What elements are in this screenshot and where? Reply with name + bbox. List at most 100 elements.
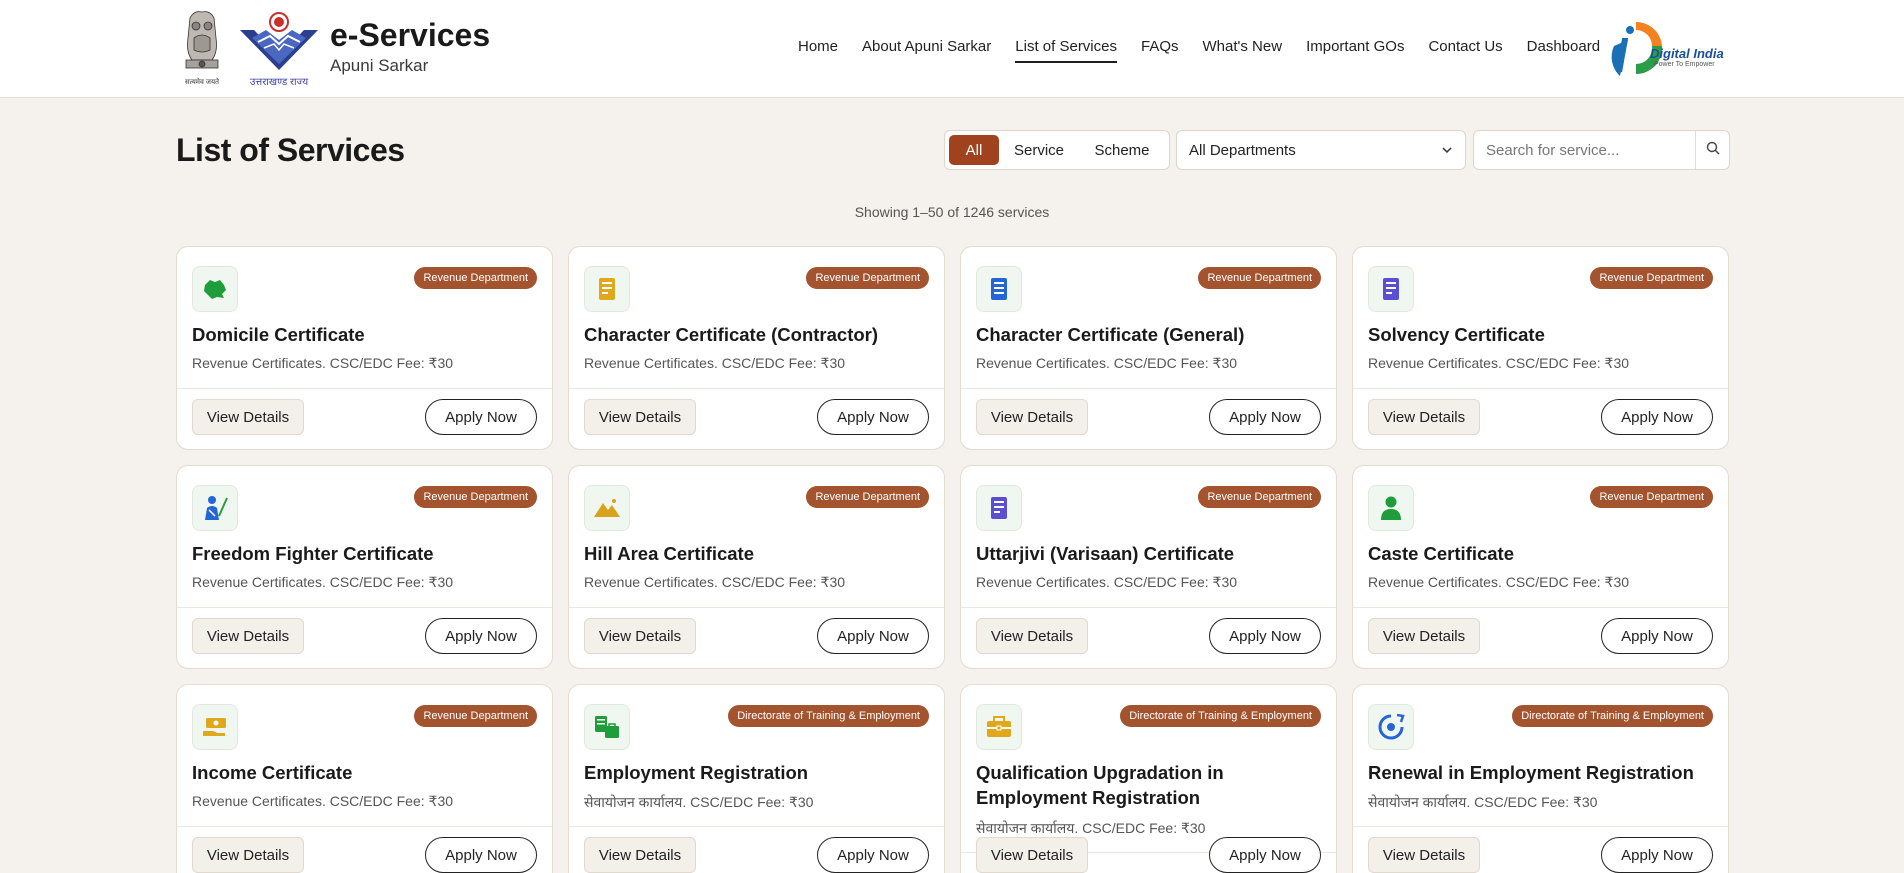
apply-now-button[interactable]: Apply Now xyxy=(817,618,929,654)
department-badge: Revenue Department xyxy=(414,705,537,727)
service-title[interactable]: Uttarjivi (Varisaan) Certificate xyxy=(976,541,1321,566)
search-icon xyxy=(1706,141,1720,160)
nav-list-of-services[interactable]: List of Services xyxy=(1015,38,1117,63)
service-title[interactable]: Freedom Fighter Certificate xyxy=(192,541,537,566)
filter-scheme-button[interactable]: Scheme xyxy=(1079,135,1165,165)
main-nav: Home About Apuni Sarkar List of Services… xyxy=(798,38,1624,63)
service-title[interactable]: Income Certificate xyxy=(192,760,537,785)
service-description: Revenue Certificates. CSC/EDC Fee: ₹30 xyxy=(1368,574,1630,590)
search-box xyxy=(1473,130,1730,170)
mountain-icon xyxy=(584,485,630,531)
service-description: सेवायोजन कार्यालय. CSC/EDC Fee: ₹30 xyxy=(1368,794,1598,810)
view-details-button[interactable]: View Details xyxy=(976,399,1088,435)
uttarakhand-logo[interactable]: उत्तराखण्ड राज्य xyxy=(238,8,320,90)
site-header: सत्यमेव जयते उत्तराखण्ड राज्य e-Services… xyxy=(0,0,1904,98)
department-badge: Directorate of Training & Employment xyxy=(1120,705,1321,727)
department-select[interactable]: All Departments xyxy=(1176,130,1466,170)
service-type-filter: All Service Scheme xyxy=(944,130,1170,170)
service-title[interactable]: Employment Registration xyxy=(584,760,929,785)
department-badge: Revenue Department xyxy=(806,486,929,508)
apply-now-button[interactable]: Apply Now xyxy=(425,399,537,435)
search-input[interactable] xyxy=(1474,131,1694,169)
digital-india-tagline: Power To Empower xyxy=(1654,61,1715,68)
chevron-down-icon xyxy=(1441,143,1453,160)
apply-now-button[interactable]: Apply Now xyxy=(1209,399,1321,435)
apply-now-button[interactable]: Apply Now xyxy=(1209,618,1321,654)
money-hand-icon xyxy=(192,704,238,750)
view-details-button[interactable]: View Details xyxy=(1368,399,1480,435)
apply-now-button[interactable]: Apply Now xyxy=(1209,837,1321,873)
national-emblem-logo[interactable]: सत्यमेव जयते xyxy=(176,8,228,90)
site-subtitle: Apuni Sarkar xyxy=(330,56,429,75)
apply-now-button[interactable]: Apply Now xyxy=(817,837,929,873)
department-badge: Revenue Department xyxy=(1198,267,1321,289)
department-badge: Revenue Department xyxy=(806,267,929,289)
view-details-button[interactable]: View Details xyxy=(584,618,696,654)
service-description: Revenue Certificates. CSC/EDC Fee: ₹30 xyxy=(976,355,1238,371)
apply-now-button[interactable]: Apply Now xyxy=(1601,399,1713,435)
apply-now-button[interactable]: Apply Now xyxy=(1601,837,1713,873)
filter-all-button[interactable]: All xyxy=(949,135,999,165)
view-details-button[interactable]: View Details xyxy=(1368,618,1480,654)
renewal-icon xyxy=(1368,704,1414,750)
employment-docs-icon xyxy=(584,704,630,750)
search-button[interactable] xyxy=(1695,131,1729,169)
service-description: Revenue Certificates. CSC/EDC Fee: ₹30 xyxy=(584,355,846,371)
document-blue-icon xyxy=(976,266,1022,312)
view-details-button[interactable]: View Details xyxy=(584,837,696,873)
apply-now-button[interactable]: Apply Now xyxy=(425,618,537,654)
nav-dashboard[interactable]: Dashboard xyxy=(1527,38,1600,63)
view-details-button[interactable]: View Details xyxy=(1368,837,1480,873)
department-badge: Revenue Department xyxy=(1590,267,1713,289)
apply-now-button[interactable]: Apply Now xyxy=(1601,618,1713,654)
apply-now-button[interactable]: Apply Now xyxy=(817,399,929,435)
results-count: Showing 1–50 of 1246 services xyxy=(854,204,1050,220)
nav-contact-us[interactable]: Contact Us xyxy=(1428,38,1502,63)
view-details-button[interactable]: View Details xyxy=(192,618,304,654)
site-title[interactable]: e-Services xyxy=(330,17,490,54)
service-card: Revenue Department Solvency Certificate … xyxy=(1352,246,1729,450)
freedom-fighter-icon xyxy=(192,485,238,531)
service-card: Revenue Department Domicile Certificate … xyxy=(176,246,553,450)
service-card: Revenue Department Character Certificate… xyxy=(568,246,945,450)
view-details-button[interactable]: View Details xyxy=(584,399,696,435)
view-details-button[interactable]: View Details xyxy=(976,618,1088,654)
document-yellow-icon xyxy=(584,266,630,312)
service-title[interactable]: Solvency Certificate xyxy=(1368,322,1713,347)
services-grid: Revenue Department Domicile Certificate … xyxy=(176,246,1730,873)
service-title[interactable]: Hill Area Certificate xyxy=(584,541,929,566)
service-title[interactable]: Character Certificate (General) xyxy=(976,322,1321,347)
nav-home[interactable]: Home xyxy=(798,38,838,63)
department-badge: Revenue Department xyxy=(1198,486,1321,508)
department-badge: Directorate of Training & Employment xyxy=(728,705,929,727)
apply-now-button[interactable]: Apply Now xyxy=(425,837,537,873)
service-description: सेवायोजन कार्यालय. CSC/EDC Fee: ₹30 xyxy=(976,820,1206,836)
department-badge: Directorate of Training & Employment xyxy=(1512,705,1713,727)
service-description: Revenue Certificates. CSC/EDC Fee: ₹30 xyxy=(976,574,1238,590)
state-logo-caption: उत्तराखण्ड राज्य xyxy=(249,77,309,88)
view-details-button[interactable]: View Details xyxy=(192,399,304,435)
view-details-button[interactable]: View Details xyxy=(976,837,1088,873)
filter-service-button[interactable]: Service xyxy=(999,135,1079,165)
digital-india-logo[interactable]: Digital India Power To Empower xyxy=(1606,16,1730,82)
briefcase-icon xyxy=(976,704,1022,750)
service-title[interactable]: Qualification Upgradation in Employment … xyxy=(976,760,1321,810)
service-title[interactable]: Renewal in Employment Registration xyxy=(1368,760,1713,785)
nav-about[interactable]: About Apuni Sarkar xyxy=(862,38,991,63)
uttarakhand-map-icon xyxy=(192,266,238,312)
service-title[interactable]: Caste Certificate xyxy=(1368,541,1713,566)
department-select-value: All Departments xyxy=(1189,141,1296,159)
service-description: Revenue Certificates. CSC/EDC Fee: ₹30 xyxy=(192,793,454,809)
nav-faqs[interactable]: FAQs xyxy=(1141,38,1179,63)
view-details-button[interactable]: View Details xyxy=(192,837,304,873)
department-badge: Revenue Department xyxy=(1590,486,1713,508)
emblem-caption: सत्यमेव जयते xyxy=(184,79,220,86)
service-title[interactable]: Character Certificate (Contractor) xyxy=(584,322,929,347)
department-badge: Revenue Department xyxy=(414,267,537,289)
service-description: Revenue Certificates. CSC/EDC Fee: ₹30 xyxy=(584,574,846,590)
service-description: सेवायोजन कार्यालय. CSC/EDC Fee: ₹30 xyxy=(584,794,814,810)
nav-important-gos[interactable]: Important GOs xyxy=(1306,38,1404,63)
nav-whats-new[interactable]: What's New xyxy=(1203,38,1283,63)
service-title[interactable]: Domicile Certificate xyxy=(192,322,537,347)
service-description: Revenue Certificates. CSC/EDC Fee: ₹30 xyxy=(192,355,454,371)
